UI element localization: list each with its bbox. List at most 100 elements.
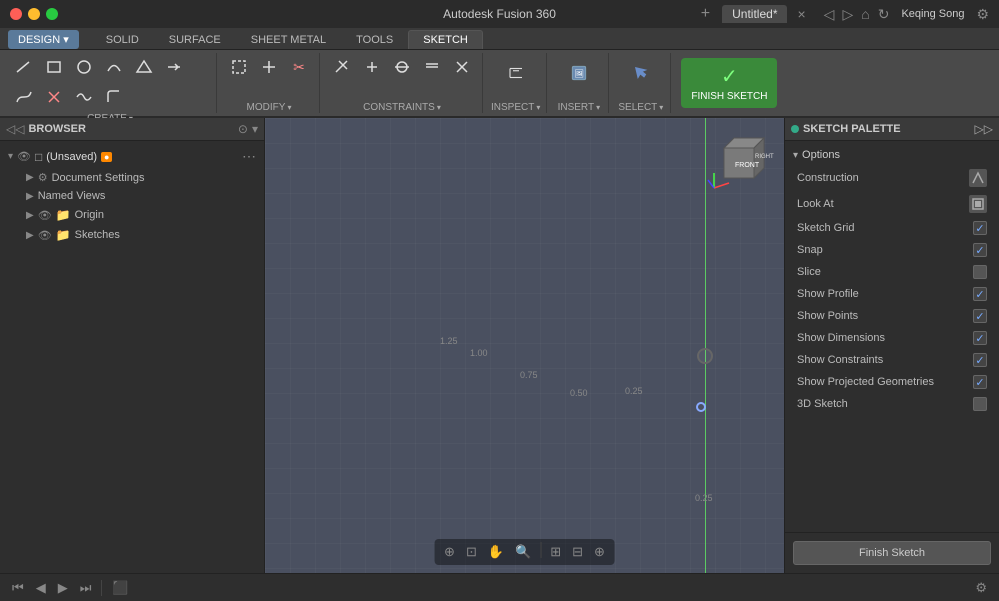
mirror-tool-icon[interactable] <box>70 83 98 111</box>
look-at-icon-btn[interactable] <box>969 195 987 213</box>
option-sketch-grid[interactable]: Sketch Grid ✓ <box>785 217 999 239</box>
browser-item-eye-unsaved[interactable]: 👁 <box>17 150 31 163</box>
inspect-icon[interactable] <box>498 53 534 93</box>
traffic-lights <box>0 8 58 20</box>
browser-collapse-icon[interactable]: ◁◁ <box>6 122 24 136</box>
sketch-grid-checkbox[interactable]: ✓ <box>973 221 987 235</box>
browser-item-arrow-doc: ▶ <box>26 172 34 183</box>
sketch-palette-expand-icon[interactable]: ▷▷ <box>975 122 993 136</box>
timeline-prev-button[interactable]: ◀ <box>32 578 50 598</box>
minimize-traffic-light[interactable] <box>28 8 40 20</box>
construction-icon-btn[interactable] <box>969 169 987 187</box>
file-tab[interactable]: Untitled* <box>722 5 787 23</box>
browser-expand-icon[interactable]: ▾ <box>252 122 258 136</box>
line-tool-icon[interactable] <box>10 53 38 81</box>
nav-back-icon[interactable]: ◁ <box>824 6 835 23</box>
trim-tool-icon[interactable] <box>40 83 68 111</box>
circle-tool-icon[interactable] <box>70 53 98 81</box>
option-slice[interactable]: Slice <box>785 261 999 283</box>
browser-item-origin[interactable]: ▶ 👁 📁 Origin <box>0 205 264 225</box>
fillet-tool-icon[interactable] <box>100 83 128 111</box>
vp-more-icon[interactable]: ⊕ <box>590 542 609 562</box>
browser-item-sketches[interactable]: ▶ 👁 📁 Sketches <box>0 225 264 245</box>
offset-tool-icon[interactable] <box>160 53 188 81</box>
browser-item-doc-settings[interactable]: ▶ ⚙ Document Settings <box>0 168 264 187</box>
vp-grid-icon[interactable]: ⊞ <box>546 542 565 562</box>
select-icon[interactable] <box>623 53 659 93</box>
viewport-toolbar: ⊕ ⊡ ✋ 🔍 ⊞ ⊟ ⊕ <box>434 539 615 565</box>
browser-menu-icon[interactable]: ⊙ <box>238 122 248 136</box>
nav-forward-icon[interactable]: ▷ <box>842 6 853 23</box>
tab-close-icon[interactable]: × <box>795 6 807 22</box>
constraint-icon2[interactable] <box>358 53 386 81</box>
constraint-icon1[interactable] <box>328 53 356 81</box>
vp-pan-icon[interactable]: ✋ <box>484 542 508 562</box>
home-icon[interactable]: ⌂ <box>861 6 869 22</box>
polygon-tool-icon[interactable] <box>130 53 158 81</box>
timeline-start-button[interactable]: ⏮ <box>8 578 28 598</box>
refresh-icon[interactable]: ↻ <box>878 6 890 23</box>
arc-tool-icon[interactable] <box>100 53 128 81</box>
show-profile-checkbox[interactable]: ✓ <box>973 287 987 301</box>
3d-sketch-checkbox[interactable] <box>973 397 987 411</box>
vp-nav-icon[interactable]: ⊕ <box>440 542 459 562</box>
show-dimensions-checkbox[interactable]: ✓ <box>973 331 987 345</box>
constraint-icon3[interactable] <box>388 53 416 81</box>
settings-icon[interactable]: ⚙ <box>976 6 989 23</box>
sketch-palette: SKETCH PALETTE ▷▷ ▾ Options Construction… <box>784 118 999 573</box>
browser-item-eye-origin[interactable]: 👁 <box>38 209 52 222</box>
browser-item-eye-sketches[interactable]: 👁 <box>38 229 52 242</box>
viewcube[interactable]: FRONT RIGHT <box>704 128 774 198</box>
sketch-palette-title: SKETCH PALETTE <box>791 123 901 135</box>
snap-checkbox[interactable]: ✓ <box>973 243 987 257</box>
design-button[interactable]: DESIGN ▾ <box>8 30 79 49</box>
vp-sep1 <box>540 542 541 558</box>
finish-sketch-palette-button[interactable]: Finish Sketch <box>793 541 991 565</box>
vp-fit-icon[interactable]: ⊡ <box>462 542 481 562</box>
tab-sketch[interactable]: SKETCH <box>408 30 483 49</box>
tab-solid[interactable]: SOLID <box>91 30 154 49</box>
settings-gear-button[interactable]: ⚙ <box>971 578 991 598</box>
spline-tool-icon[interactable] <box>10 83 38 111</box>
constraint-icon4[interactable] <box>418 53 446 81</box>
maximize-traffic-light[interactable] <box>46 8 58 20</box>
viewport[interactable]: 1.25 1.00 0.75 0.50 0.25 0.25 0.50 FRONT… <box>265 118 784 573</box>
browser-item-file-icon: □ <box>35 150 42 164</box>
show-points-checkbox[interactable]: ✓ <box>973 309 987 323</box>
timeline-stop-button[interactable]: ⬛ <box>108 578 132 598</box>
close-traffic-light[interactable] <box>10 8 22 20</box>
tab-surface[interactable]: SURFACE <box>154 30 236 49</box>
option-show-projected[interactable]: Show Projected Geometries ✓ <box>785 371 999 393</box>
timeline-next-button[interactable]: ⏭ <box>76 578 96 598</box>
show-projected-checkbox[interactable]: ✓ <box>973 375 987 389</box>
modify-icon2[interactable] <box>255 53 283 81</box>
constraint-icon5[interactable] <box>448 53 476 81</box>
browser-item-unsaved[interactable]: ▾ 👁 □ (Unsaved) ● ⋯ <box>0 145 264 168</box>
rectangle-tool-icon[interactable] <box>40 53 68 81</box>
finish-sketch-button[interactable]: ✓ FINISH SKETCH <box>681 58 777 108</box>
browser-item-label-doc-settings: Document Settings <box>52 172 145 184</box>
show-constraints-checkbox[interactable]: ✓ <box>973 353 987 367</box>
timeline-play-button[interactable]: ▶ <box>54 578 72 598</box>
browser-item-dot-menu-unsaved[interactable]: ⋯ <box>242 148 256 165</box>
finish-sketch-check-icon: ✓ <box>721 64 738 89</box>
vp-zoom-icon[interactable]: 🔍 <box>511 542 535 562</box>
new-tab-button[interactable]: + <box>697 5 714 23</box>
vp-display-icon[interactable]: ⊟ <box>568 542 587 562</box>
option-snap[interactable]: Snap ✓ <box>785 239 999 261</box>
modify-icon3[interactable]: ✂ <box>285 53 313 81</box>
slice-checkbox[interactable] <box>973 265 987 279</box>
option-look-at[interactable]: Look At <box>785 191 999 217</box>
option-show-profile[interactable]: Show Profile ✓ <box>785 283 999 305</box>
modify-icon1[interactable] <box>225 53 253 81</box>
option-show-points[interactable]: Show Points ✓ <box>785 305 999 327</box>
option-construction[interactable]: Construction <box>785 165 999 191</box>
option-3d-sketch[interactable]: 3D Sketch <box>785 393 999 415</box>
tab-tools[interactable]: TOOLS <box>341 30 408 49</box>
tab-sheet-metal[interactable]: SHEET METAL <box>236 30 341 49</box>
option-show-dimensions[interactable]: Show Dimensions ✓ <box>785 327 999 349</box>
options-section-header[interactable]: ▾ Options <box>785 145 999 165</box>
browser-item-named-views[interactable]: ▶ Named Views <box>0 187 264 205</box>
option-show-constraints[interactable]: Show Constraints ✓ <box>785 349 999 371</box>
insert-icon[interactable]: 🖼 <box>561 53 597 93</box>
